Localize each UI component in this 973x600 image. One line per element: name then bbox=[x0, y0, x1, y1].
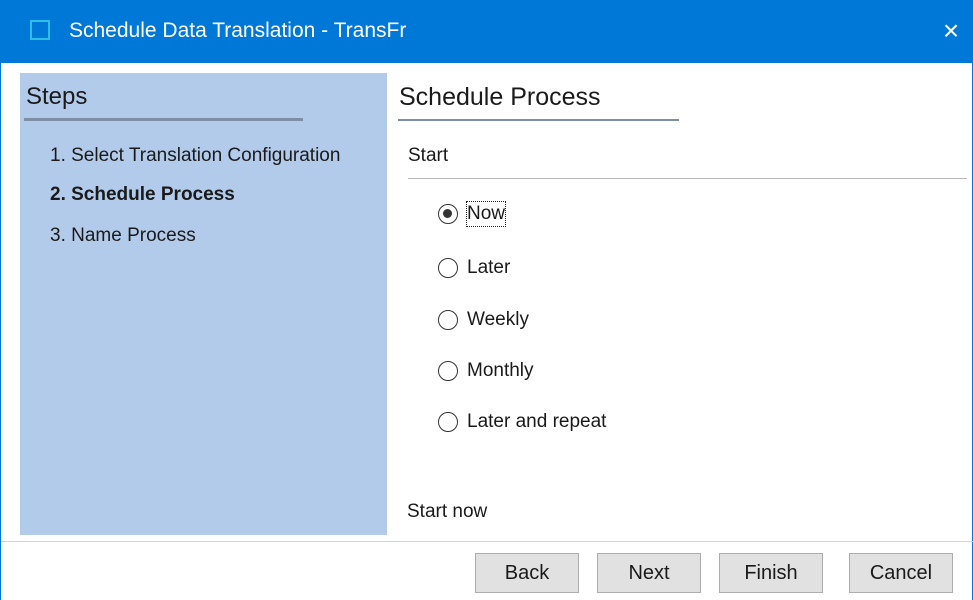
title-bar: Schedule Data Translation - TransFr × bbox=[1, 0, 973, 63]
radio-button[interactable] bbox=[438, 361, 458, 381]
radio-button[interactable] bbox=[438, 310, 458, 330]
schedule-status-text: Start now bbox=[407, 501, 488, 522]
radio-label-weekly[interactable]: Weekly bbox=[467, 308, 529, 332]
next-button[interactable]: Next bbox=[597, 553, 701, 593]
steps-heading-underline bbox=[24, 118, 303, 121]
radio-dot bbox=[443, 209, 452, 218]
radio-button[interactable] bbox=[438, 258, 458, 278]
window-title: Schedule Data Translation - TransFr bbox=[69, 19, 407, 42]
start-section-label: Start bbox=[408, 145, 449, 166]
close-icon[interactable]: × bbox=[936, 14, 966, 48]
radio-button[interactable] bbox=[438, 412, 458, 432]
step-schedule-process: 2. Schedule Process bbox=[50, 184, 235, 205]
footer-divider bbox=[1, 541, 973, 542]
page-title: Schedule Process bbox=[399, 83, 601, 111]
steps-heading: Steps bbox=[26, 83, 88, 110]
finish-button[interactable]: Finish bbox=[719, 553, 823, 593]
section-divider bbox=[408, 178, 967, 179]
radio-now[interactable]: Now bbox=[438, 200, 507, 228]
radio-button-selected[interactable] bbox=[438, 204, 458, 224]
radio-label-later[interactable]: Later bbox=[467, 256, 510, 280]
dialog-window: Schedule Data Translation - TransFr × St… bbox=[0, 0, 973, 600]
radio-later[interactable]: Later bbox=[438, 254, 510, 282]
steps-panel: Steps 1. Select Translation Configuratio… bbox=[20, 73, 387, 535]
step-select-translation-configuration: 1. Select Translation Configuration bbox=[50, 145, 341, 166]
radio-monthly[interactable]: Monthly bbox=[438, 357, 534, 385]
cancel-button[interactable]: Cancel bbox=[849, 553, 953, 593]
radio-label-later-and-repeat[interactable]: Later and repeat bbox=[467, 410, 606, 434]
back-button[interactable]: Back bbox=[475, 553, 579, 593]
page-title-underline bbox=[398, 119, 679, 121]
step-name-process: 3. Name Process bbox=[50, 225, 196, 246]
radio-label-now[interactable]: Now bbox=[465, 201, 507, 227]
radio-later-and-repeat[interactable]: Later and repeat bbox=[438, 408, 606, 436]
radio-label-monthly[interactable]: Monthly bbox=[467, 359, 534, 383]
radio-weekly[interactable]: Weekly bbox=[438, 306, 529, 334]
app-icon bbox=[30, 20, 50, 40]
